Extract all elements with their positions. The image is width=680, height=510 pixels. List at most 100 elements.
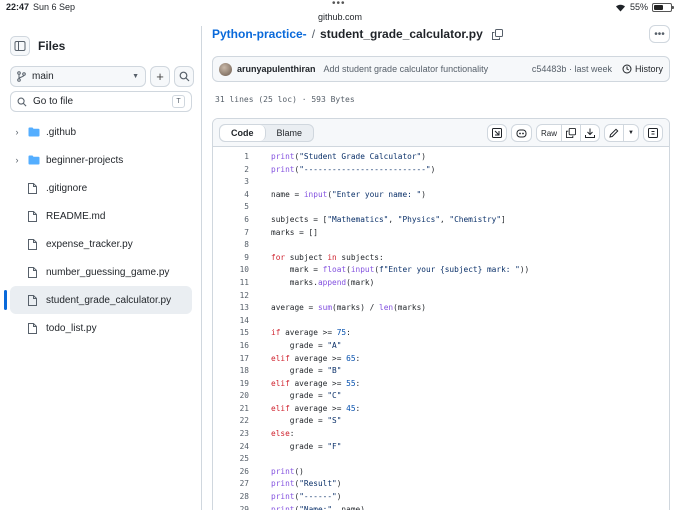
line-number[interactable]: 19 — [213, 378, 249, 391]
collapse-sidebar-button[interactable] — [10, 36, 30, 56]
line-number[interactable]: 4 — [213, 189, 249, 202]
tree-item-number-guessing-game[interactable]: number_guessing_game.py — [10, 258, 192, 286]
code-line: 2 print("--------------------------") — [213, 164, 669, 177]
file-icon — [28, 210, 37, 222]
chevron-right-icon[interactable]: › — [10, 155, 24, 165]
code-line: 10 mark = float(input(f"Enter your {subj… — [213, 264, 669, 277]
tree-item-readme[interactable]: README.md — [10, 202, 192, 230]
address-url[interactable]: github.com — [0, 12, 680, 22]
history-button[interactable]: History — [622, 64, 663, 74]
edit-dropdown-button[interactable]: ▼ — [624, 125, 638, 141]
line-number[interactable]: 7 — [213, 227, 249, 240]
line-number[interactable]: 22 — [213, 415, 249, 428]
commit-hash-link[interactable]: c54483b · last week — [532, 64, 612, 74]
tab-code[interactable]: Code — [220, 125, 266, 141]
search-button[interactable] — [174, 66, 194, 87]
commit-message-link[interactable]: Add student grade calculator functionali… — [324, 64, 532, 74]
line-number[interactable]: 2 — [213, 164, 249, 177]
line-number[interactable]: 27 — [213, 478, 249, 491]
tab-blame[interactable]: Blame — [266, 125, 314, 141]
code-line: 23 else: — [213, 428, 669, 441]
copy-raw-button[interactable] — [562, 125, 582, 141]
code-text: mark = float(input(f"Enter your {subject… — [271, 265, 530, 275]
line-number[interactable]: 17 — [213, 353, 249, 366]
symbols-panel-toggle[interactable] — [644, 125, 662, 141]
file-tree: › .github › beginner-projects .gitignore… — [4, 118, 192, 342]
tree-item-label: README.md — [46, 210, 106, 222]
download-button[interactable] — [581, 125, 599, 141]
panel-icon — [648, 128, 658, 138]
code-line: 6 subjects = ["Mathematics", "Physics", "… — [213, 214, 669, 227]
code-text: print("Name:", name) — [271, 504, 365, 510]
symbols-button[interactable] — [488, 125, 506, 141]
tree-item-beginner-projects-folder[interactable]: › beginner-projects — [10, 146, 192, 174]
multitasking-dots-icon[interactable]: ••• — [332, 0, 346, 9]
tree-item-label: .github — [46, 126, 77, 138]
line-number[interactable]: 23 — [213, 428, 249, 441]
line-number[interactable]: 28 — [213, 491, 249, 504]
code-line: 26 print() — [213, 466, 669, 479]
copy-path-button[interactable] — [491, 28, 503, 40]
file-view: Python-practice- / student_grade_calcula… — [202, 25, 680, 510]
copy-icon — [566, 128, 577, 138]
code-line: 29 print("Name:", name) — [213, 504, 669, 510]
chevron-right-icon[interactable]: › — [10, 127, 24, 137]
line-number[interactable]: 24 — [213, 441, 249, 454]
folder-icon — [28, 127, 40, 137]
code-text: if average >= 75: — [271, 328, 351, 338]
line-number[interactable]: 8 — [213, 239, 249, 252]
tree-item-gitignore[interactable]: .gitignore — [10, 174, 192, 202]
commit-author-link[interactable]: arunyapulenthiran — [237, 64, 316, 74]
more-options-button[interactable]: ••• — [649, 25, 670, 43]
tree-item-student-grade-calculator[interactable]: student_grade_calculator.py — [4, 286, 192, 314]
line-number[interactable]: 25 — [213, 453, 249, 466]
tree-item-github-folder[interactable]: › .github — [10, 118, 192, 146]
line-number[interactable]: 20 — [213, 390, 249, 403]
line-number[interactable]: 15 — [213, 327, 249, 340]
status-time: 22:47 — [6, 2, 30, 12]
line-number[interactable]: 18 — [213, 365, 249, 378]
file-tree-sidebar: Files main ▼ + Go to file T › .github › … — [0, 26, 202, 510]
search-icon — [17, 97, 27, 106]
wifi-icon — [615, 4, 625, 11]
code-text: print("Result") — [271, 479, 342, 489]
code-line: 1 print("Student Grade Calculator") — [213, 151, 669, 164]
line-number[interactable]: 3 — [213, 176, 249, 189]
code-text: for subject in subjects: — [271, 252, 384, 262]
branch-selector-button[interactable]: main ▼ — [10, 66, 146, 87]
line-number[interactable]: 10 — [213, 264, 249, 277]
git-branch-icon — [17, 71, 26, 82]
line-number[interactable]: 12 — [213, 290, 249, 303]
avatar[interactable] — [219, 62, 232, 76]
breadcrumb-separator: / — [311, 27, 316, 41]
code-text: grade = "S" — [271, 416, 342, 426]
copilot-icon — [516, 129, 527, 138]
line-number[interactable]: 26 — [213, 466, 249, 479]
file-icon — [28, 294, 37, 306]
line-number[interactable]: 16 — [213, 340, 249, 353]
line-number[interactable]: 6 — [213, 214, 249, 227]
code-line: 15 if average >= 75: — [213, 327, 669, 340]
file-icon — [28, 266, 37, 278]
line-number[interactable]: 14 — [213, 315, 249, 328]
line-number[interactable]: 13 — [213, 302, 249, 315]
line-number[interactable]: 29 — [213, 504, 249, 510]
line-number[interactable]: 5 — [213, 201, 249, 214]
line-number[interactable]: 1 — [213, 151, 249, 164]
line-number[interactable]: 11 — [213, 277, 249, 290]
code-line: 9 for subject in subjects: — [213, 252, 669, 265]
add-file-button[interactable]: + — [150, 66, 170, 87]
tree-item-todo-list[interactable]: todo_list.py — [10, 314, 192, 342]
go-to-file-input[interactable]: Go to file T — [10, 91, 192, 112]
copilot-button[interactable] — [512, 125, 531, 141]
breadcrumb-repo-link[interactable]: Python-practice- — [212, 27, 307, 41]
tree-item-label: todo_list.py — [46, 322, 97, 334]
raw-button[interactable]: Raw — [537, 125, 563, 141]
status-bar: 22:47 Sun 6 Sep ••• github.com 55% — [0, 0, 680, 26]
code-text: grade = "B" — [271, 366, 342, 376]
edit-button[interactable] — [605, 125, 625, 141]
line-number[interactable]: 21 — [213, 403, 249, 416]
line-number[interactable]: 9 — [213, 252, 249, 265]
file-icon — [28, 238, 37, 250]
tree-item-expense-tracker[interactable]: expense_tracker.py — [10, 230, 192, 258]
